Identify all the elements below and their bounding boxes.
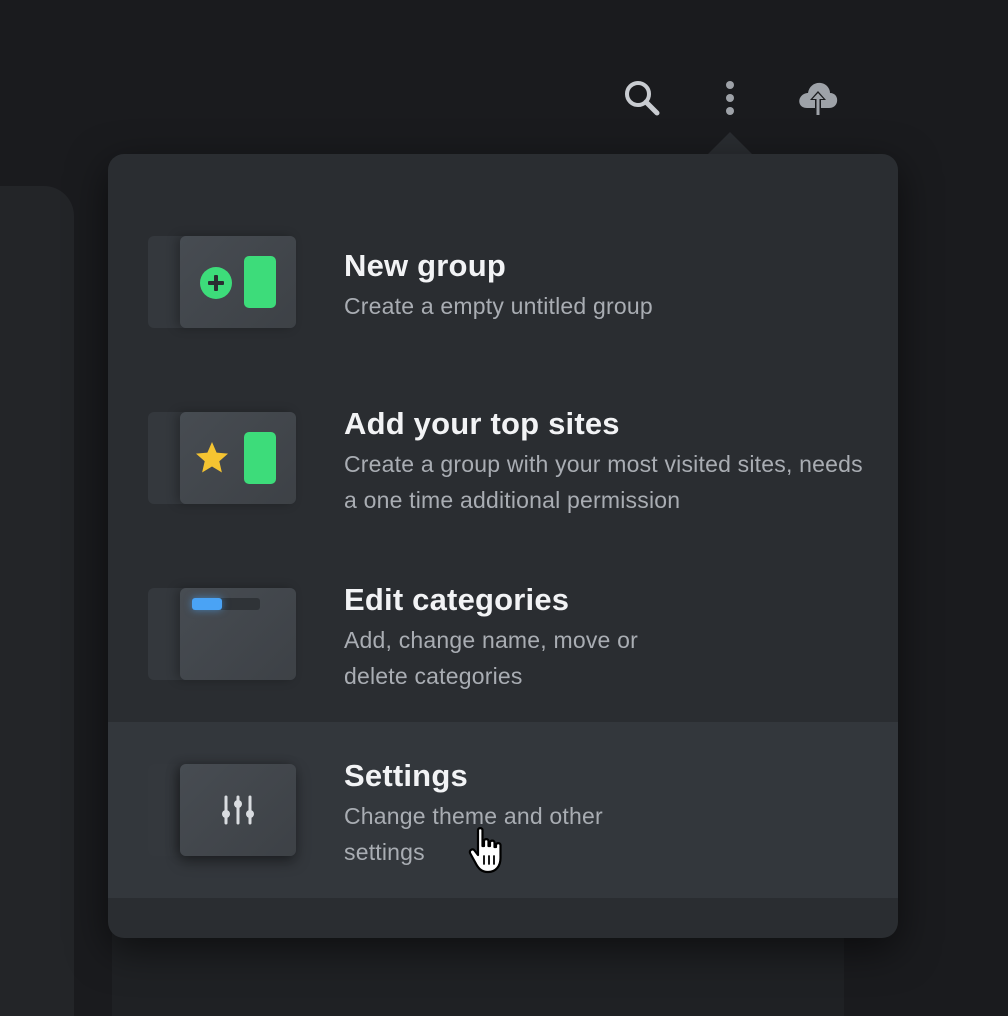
hand-pointer-cursor-icon xyxy=(468,827,502,874)
top-sites-thumbnail xyxy=(148,412,296,504)
app-stage: New group Create a empty untitled group … xyxy=(0,0,1008,1016)
sliders-icon xyxy=(222,795,254,825)
add-menu-popover: New group Create a empty untitled group … xyxy=(108,154,898,938)
background-sidebar-panel xyxy=(0,186,74,1016)
category-bar-icon xyxy=(192,598,260,610)
more-options-button[interactable] xyxy=(708,76,752,120)
menu-item-edit-categories[interactable]: Edit categories Add, change name, move o… xyxy=(108,544,898,720)
more-vertical-icon xyxy=(726,81,734,115)
cloud-upload-icon xyxy=(799,82,838,116)
new-group-thumbnail xyxy=(148,236,296,328)
menu-item-new-group[interactable]: New group Create a empty untitled group xyxy=(108,192,898,368)
cloud-upload-button[interactable] xyxy=(796,76,840,120)
settings-thumbnail xyxy=(148,764,296,856)
menu-caret xyxy=(708,132,752,154)
plus-circle-icon xyxy=(200,267,232,299)
tab-preview-block xyxy=(244,432,276,484)
menu-item-add-top-sites[interactable]: Add your top sites Create a group with y… xyxy=(108,368,898,544)
category-bar-fill xyxy=(192,598,222,610)
categories-thumbnail xyxy=(148,588,296,680)
menu-item-title: New group xyxy=(344,248,506,283)
search-icon xyxy=(625,81,660,116)
search-button[interactable] xyxy=(620,76,664,120)
menu-item-description: Create a group with your most visited si… xyxy=(344,451,863,513)
menu-item-description: Create a empty untitled group xyxy=(344,293,653,319)
menu-item-title: Settings xyxy=(344,758,468,793)
menu-item-title: Edit categories xyxy=(344,582,570,617)
tab-preview-block xyxy=(244,256,276,308)
menu-item-title: Add your top sites xyxy=(344,406,620,441)
star-icon xyxy=(196,442,228,473)
menu-item-description: Add, change name, move or delete categor… xyxy=(344,627,638,689)
